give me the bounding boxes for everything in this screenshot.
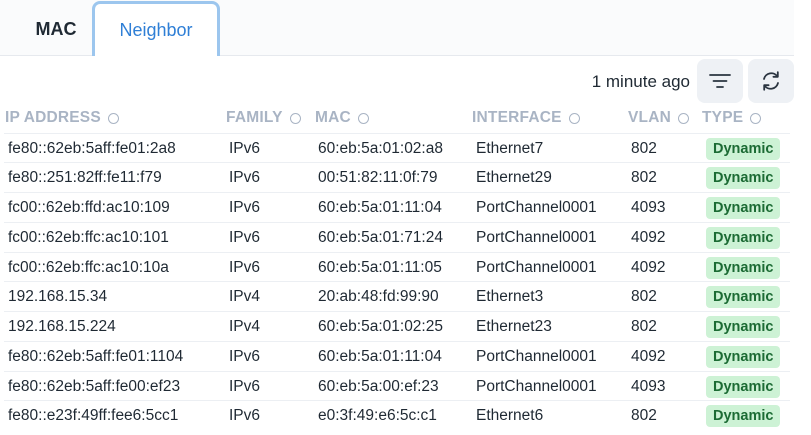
mac-cell: e0:3f:49:e6:5c:c1	[318, 407, 437, 424]
column-header-type[interactable]: TYPE	[702, 107, 762, 129]
tab-bar: MAC Neighbor	[0, 0, 794, 57]
type-badge: Dynamic	[706, 376, 781, 398]
refresh-button[interactable]	[748, 59, 794, 103]
type-badge: Dynamic	[706, 346, 781, 368]
vlan-cell: 4093	[631, 378, 666, 395]
table-row: fe80::62eb:5aff:fe01:1104 IPv6 60:eb:5a:…	[4, 341, 790, 371]
vlan-cell: 802	[631, 318, 657, 335]
ip-address-cell: fe80::62eb:5aff:fe01:1104	[8, 348, 184, 365]
sort-icon	[568, 112, 580, 124]
sort-icon	[107, 112, 119, 124]
ip-address-cell: fc00::62eb:ffd:ac10:109	[8, 199, 170, 216]
ip-address-cell: fc00::62eb:ffc:ac10:101	[8, 229, 169, 246]
type-badge: Dynamic	[706, 167, 781, 189]
vlan-cell: 802	[631, 169, 657, 186]
mac-cell: 60:eb:5a:01:71:24	[318, 229, 443, 246]
interface-cell: Ethernet6	[476, 407, 544, 424]
interface-cell: PortChannel0001	[476, 199, 597, 216]
table-row: fc00::62eb:ffd:ac10:109 IPv6 60:eb:5a:01…	[4, 192, 790, 222]
type-badge: Dynamic	[706, 405, 781, 427]
interface-cell: PortChannel0001	[476, 378, 597, 395]
column-header-vlan[interactable]: VLAN	[628, 107, 689, 129]
interface-cell: PortChannel0001	[476, 348, 597, 365]
mac-cell: 00:51:82:11:0f:79	[318, 169, 438, 186]
vlan-cell: 802	[631, 288, 657, 305]
type-badge: Dynamic	[706, 257, 781, 279]
tab-neighbor[interactable]: Neighbor	[92, 1, 220, 57]
type-badge: Dynamic	[706, 286, 781, 308]
ip-address-cell: fe80::62eb:5aff:fe00:ef23	[8, 378, 181, 395]
vlan-cell: 4092	[631, 229, 666, 246]
ip-address-cell: fc00::62eb:ffc:ac10:10a	[8, 259, 169, 276]
mac-cell: 60:eb:5a:01:02:a8	[318, 140, 443, 157]
column-header-family[interactable]: FAMILY	[226, 107, 301, 129]
family-cell: IPv4	[229, 318, 261, 335]
refresh-icon	[763, 71, 779, 91]
filter-button[interactable]	[697, 59, 743, 103]
column-header-label: VLAN	[628, 109, 671, 126]
vlan-cell: 802	[631, 140, 657, 157]
family-cell: IPv6	[229, 169, 261, 186]
sort-icon	[678, 112, 689, 124]
table-row: fe80::251:82ff:fe11:f79 IPv6 00:51:82:11…	[4, 162, 790, 192]
mac-cell: 60:eb:5a:01:11:04	[318, 348, 442, 365]
table-row: fe80::62eb:5aff:fe01:2a8 IPv6 60:eb:5a:0…	[4, 133, 790, 163]
table-row: fc00::62eb:ffc:ac10:10a IPv6 60:eb:5a:01…	[4, 252, 790, 282]
sort-icon	[750, 112, 762, 124]
filter-icon	[709, 74, 731, 88]
ip-address-cell: 192.168.15.224	[8, 318, 116, 335]
interface-cell: Ethernet23	[476, 318, 552, 335]
interface-cell: PortChannel0001	[476, 259, 597, 276]
family-cell: IPv6	[229, 259, 261, 276]
table-row: 192.168.15.34 IPv4 20:ab:48:fd:99:90 Eth…	[4, 281, 790, 311]
column-header-label: MAC	[315, 109, 351, 126]
type-badge: Dynamic	[706, 227, 781, 249]
interface-cell: Ethernet7	[476, 140, 544, 157]
table-row: fe80::e23f:49ff:fee6:5cc1 IPv6 e0:3f:49:…	[4, 400, 790, 430]
mac-cell: 60:eb:5a:01:02:25	[318, 318, 443, 335]
mac-cell: 60:eb:5a:00:ef:23	[318, 378, 439, 395]
column-header-label: INTERFACE	[472, 109, 562, 126]
ip-address-cell: fe80::e23f:49ff:fee6:5cc1	[8, 407, 179, 424]
vlan-cell: 802	[631, 407, 657, 424]
family-cell: IPv6	[229, 140, 261, 157]
column-header-label: FAMILY	[226, 109, 283, 126]
table-row: fc00::62eb:ffc:ac10:101 IPv6 60:eb:5a:01…	[4, 222, 790, 252]
right-gutter	[794, 0, 811, 435]
sort-icon	[289, 112, 301, 124]
ip-address-cell: 192.168.15.34	[8, 288, 108, 305]
ip-address-cell: fe80::251:82ff:fe11:f79	[8, 169, 162, 186]
family-cell: IPv6	[229, 229, 261, 246]
family-cell: IPv6	[229, 199, 261, 216]
type-badge: Dynamic	[706, 316, 781, 338]
family-cell: IPv6	[229, 407, 261, 424]
last-updated-text: 1 minute ago	[591, 72, 690, 91]
mac-cell: 60:eb:5a:01:11:04	[318, 199, 442, 216]
table-row: 192.168.15.224 IPv4 60:eb:5a:01:02:25 Et…	[4, 311, 790, 341]
vlan-cell: 4093	[631, 199, 666, 216]
sort-icon	[357, 112, 369, 124]
family-cell: IPv4	[229, 288, 261, 305]
vlan-cell: 4092	[631, 259, 666, 276]
interface-cell: PortChannel0001	[476, 229, 597, 246]
column-header-label: TYPE	[702, 109, 744, 126]
vlan-cell: 4092	[631, 348, 666, 365]
column-header-interface[interactable]: INTERFACE	[472, 107, 580, 129]
interface-cell: Ethernet3	[476, 288, 544, 305]
tab-mac[interactable]: MAC	[20, 2, 92, 56]
family-cell: IPv6	[229, 348, 261, 365]
column-header-mac[interactable]: MAC	[315, 107, 369, 129]
ip-address-cell: fe80::62eb:5aff:fe01:2a8	[8, 140, 176, 157]
type-badge: Dynamic	[706, 138, 781, 160]
table-row: fe80::62eb:5aff:fe00:ef23 IPv6 60:eb:5a:…	[4, 371, 790, 401]
column-header-label: IP ADDRESS	[5, 109, 101, 126]
interface-cell: Ethernet29	[476, 169, 552, 186]
column-header-ip-address[interactable]: IP ADDRESS	[5, 107, 119, 129]
mac-cell: 20:ab:48:fd:99:90	[318, 288, 439, 305]
family-cell: IPv6	[229, 378, 261, 395]
mac-cell: 60:eb:5a:01:11:05	[318, 259, 442, 276]
type-badge: Dynamic	[706, 197, 781, 219]
